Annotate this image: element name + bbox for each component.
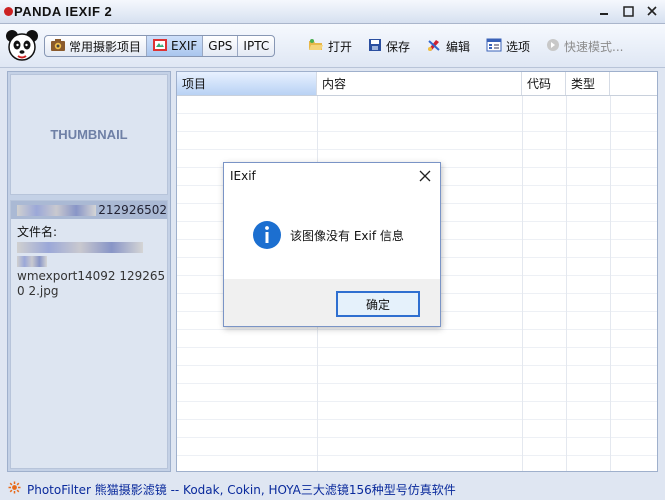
- save-button[interactable]: 保存: [368, 37, 410, 55]
- redacted-text: [17, 242, 143, 253]
- ok-button[interactable]: 确定: [336, 291, 420, 317]
- filename-value: wmexport14092 1292650 2.jpg: [17, 269, 166, 298]
- table-header: 项目 内容 代码 类型: [177, 72, 657, 96]
- save-disk-icon: [368, 38, 382, 55]
- tab-exif[interactable]: EXIF: [147, 36, 204, 56]
- status-bar: PhotoFilter 熊猫摄影滤镜 -- Kodak, Cokin, HOYA…: [0, 478, 665, 500]
- open-button[interactable]: 打开: [308, 37, 352, 55]
- quick-mode-button[interactable]: 快速模式...: [546, 37, 623, 55]
- options-grid-icon: [486, 38, 502, 55]
- filename-label: 文件名:: [17, 225, 58, 239]
- column-divider: [522, 96, 523, 471]
- quick-mode-arrow-icon: [546, 38, 560, 55]
- dialog-footer: 确定: [224, 279, 440, 326]
- thumbnail-placeholder: THUMBNAIL: [10, 74, 168, 195]
- redacted-text: [17, 204, 97, 216]
- column-divider: [610, 96, 611, 471]
- column-header-code[interactable]: 代码: [522, 72, 566, 95]
- toolbar: 常用摄影项目 EXIF GPS IPTC 打开 保存 编辑 选项 快速模式...: [0, 24, 665, 68]
- column-header-item[interactable]: 项目: [177, 72, 317, 95]
- sun-flower-icon: [8, 481, 21, 497]
- options-button[interactable]: 选项: [486, 37, 530, 55]
- maximize-button[interactable]: [621, 4, 635, 18]
- dialog-message: 该图像没有 Exif 信息: [290, 229, 404, 243]
- edit-tools-icon: [426, 38, 442, 55]
- column-header-content[interactable]: 内容: [317, 72, 522, 95]
- message-dialog: IExif 该图像没有 Exif 信息 确定: [223, 162, 441, 327]
- file-info-panel: THUMBNAIL 212926502 文件名: wmexport14092 1…: [7, 71, 171, 472]
- tab-gps[interactable]: GPS: [203, 36, 239, 56]
- close-button[interactable]: [645, 4, 659, 18]
- dialog-title: IExif: [230, 169, 256, 183]
- tab-iptc[interactable]: IPTC: [238, 36, 274, 56]
- panda-dot-icon: [4, 7, 13, 16]
- panda-logo-icon: [4, 28, 40, 64]
- file-id-header: 212926502: [11, 201, 167, 219]
- open-folder-icon: [308, 38, 324, 55]
- dialog-close-icon[interactable]: [418, 169, 432, 183]
- minimize-button[interactable]: [597, 4, 611, 18]
- camera-icon: [50, 38, 66, 55]
- status-link[interactable]: PhotoFilter 熊猫摄影滤镜 -- Kodak, Cokin, HOYA…: [27, 481, 456, 498]
- exif-icon: [152, 38, 168, 55]
- redacted-text: [17, 256, 47, 267]
- info-icon: [252, 220, 282, 250]
- column-header-filler: [610, 72, 657, 95]
- window-controls: [597, 4, 659, 18]
- column-header-type[interactable]: 类型: [566, 72, 610, 95]
- title-bar: PANDA IEXIF 2: [0, 0, 665, 24]
- column-divider: [566, 96, 567, 471]
- edit-button[interactable]: 编辑: [426, 37, 470, 55]
- view-tabs: 常用摄影项目 EXIF GPS IPTC: [44, 35, 276, 57]
- file-details: 212926502 文件名: wmexport14092 1292650 2.j…: [10, 200, 168, 469]
- tab-common-photo[interactable]: 常用摄影项目: [45, 36, 148, 56]
- app-title: PANDA IEXIF 2: [4, 4, 112, 19]
